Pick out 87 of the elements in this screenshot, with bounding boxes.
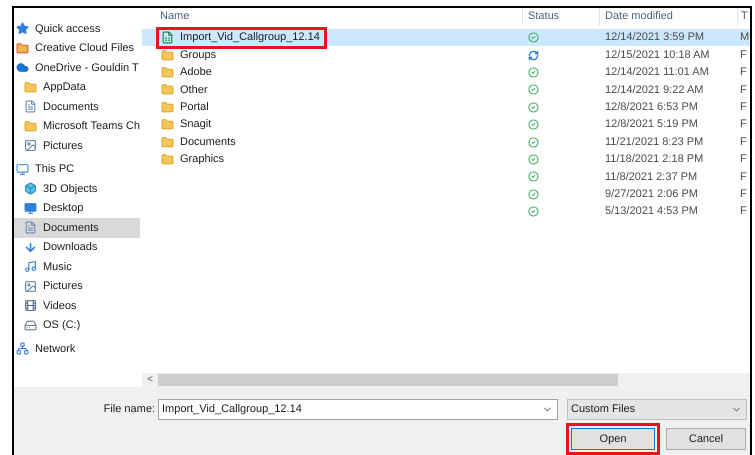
spreadsheet-icon (161, 31, 174, 44)
folder-icon (16, 42, 29, 55)
folder-icon (161, 152, 174, 166)
scrollbar-thumb[interactable] (158, 374, 618, 386)
nav-item[interactable]: Pictures (14, 136, 140, 156)
folder-icon (161, 48, 174, 62)
type-cell-text: F (739, 82, 747, 98)
folder-icon (161, 118, 174, 132)
folder-icon (24, 80, 37, 94)
nav-item[interactable]: Downloads (14, 238, 140, 257)
column-header[interactable]: T (737, 8, 750, 26)
file-row[interactable]: 9/27/2021 2:06 PM F (142, 186, 750, 203)
file-row[interactable]: Snagit 12/8/2021 5:19 PM F (142, 116, 750, 134)
nav-item[interactable]: Videos (14, 296, 140, 316)
type-cell-text: F (739, 170, 747, 185)
type-cell-text: F (739, 65, 747, 80)
type-cell-text: F (739, 186, 747, 202)
type-cell-text: F (739, 100, 747, 115)
type-cell-text: M (739, 30, 747, 46)
computer-icon (16, 162, 29, 176)
nav-item[interactable]: Network (14, 339, 140, 358)
nav-item[interactable]: Pictures (14, 276, 140, 296)
document-icon (24, 100, 37, 114)
date-cell-text: 12/8/2021 6:53 PM (604, 100, 699, 115)
file-row[interactable]: 5/13/2021 4:53 PM F (142, 202, 750, 220)
date-cell-text: 5/13/2021 4:53 PM (604, 204, 699, 220)
nav-item[interactable]: 3D Objects (14, 179, 140, 198)
file-type-dropdown[interactable]: Custom Files (567, 398, 747, 420)
video-icon (24, 299, 37, 312)
open-button[interactable]: Open (571, 428, 655, 450)
file-row[interactable]: Other 12/14/2021 9:22 AM F (142, 81, 750, 99)
nav-item[interactable]: Quick access (14, 19, 140, 38)
cancel-button[interactable]: Cancel (666, 428, 746, 450)
type-cell-text: F (739, 134, 747, 150)
date-cell-text: 12/14/2021 9:22 AM (604, 82, 704, 98)
date-cell-text: 12/8/2021 5:19 PM (604, 117, 699, 132)
date-cell-text: 9/27/2021 2:06 PM (604, 186, 699, 202)
nav-item[interactable]: Microsoft Teams Ch (14, 116, 140, 136)
scroll-left-button[interactable]: < (142, 373, 158, 388)
nav-item[interactable]: Documents (14, 97, 140, 116)
network-icon (16, 342, 29, 356)
date-cell-text: 12/15/2021 10:18 AM (604, 48, 711, 63)
document-icon (24, 221, 37, 234)
folder-icon (161, 136, 174, 149)
file-row[interactable]: Portal 12/8/2021 6:53 PM F (142, 98, 750, 116)
file-row[interactable]: 11/8/2021 2:37 PM F (142, 168, 750, 186)
drive-icon (24, 318, 37, 332)
file-name: Import_Vid_Callgroup_12.14 (156, 26, 327, 49)
type-cell-text: F (739, 48, 747, 63)
file-row[interactable]: Import_Vid_Callgroup_12.14 12/14/2021 3:59 PM M (142, 29, 750, 46)
date-cell-text: 11/21/2021 8:23 PM (604, 134, 704, 150)
date-cell-text: 11/18/2021 2:18 PM (604, 152, 704, 168)
file-row[interactable]: Graphics 11/18/2021 2:18 PM F (142, 150, 750, 168)
type-cell-text: F (739, 204, 747, 220)
music-icon (24, 260, 37, 274)
picture-icon (24, 280, 37, 293)
file-row[interactable]: Documents 11/21/2021 8:23 PM F (142, 133, 750, 151)
download-icon (24, 240, 37, 254)
picture-icon (24, 139, 37, 152)
file-name-label: File name: (102, 402, 156, 417)
date-cell-text: 11/8/2021 2:37 PM (604, 170, 698, 185)
file-row[interactable]: Groups 12/15/2021 10:18 AM F (142, 46, 750, 64)
nav-item[interactable]: OS (C:) (14, 316, 140, 335)
date-cell-text: 12/14/2021 3:59 PM (604, 30, 706, 46)
cloud-icon (16, 61, 29, 74)
folder-icon (161, 83, 174, 96)
file-name-field[interactable]: Import_Vid_Callgroup_12.14 (158, 398, 558, 420)
nav-item[interactable]: AppData (14, 78, 140, 97)
date-cell-text: 12/14/2021 11:01 AM (604, 65, 710, 80)
nav-item[interactable]: Music (14, 257, 140, 276)
star-icon (16, 22, 29, 36)
desktop-icon (24, 202, 37, 215)
nav-item[interactable]: Desktop (14, 198, 140, 218)
column-header[interactable]: Date modified (599, 8, 737, 26)
folder-icon (161, 100, 174, 114)
type-cell-text: F (739, 117, 747, 132)
column-header[interactable]: Status (522, 8, 599, 26)
column-header[interactable]: Name (142, 8, 522, 26)
cube-icon (24, 182, 37, 196)
nav-item[interactable]: This PC (14, 160, 140, 179)
nav-item[interactable]: OneDrive - Gouldin T (14, 58, 140, 78)
nav-item[interactable]: Creative Cloud Files (14, 38, 140, 58)
type-cell-text: F (739, 152, 747, 168)
file-row[interactable]: Adobe 12/14/2021 11:01 AM F (142, 64, 750, 82)
folder-icon (161, 66, 174, 79)
folder-icon (24, 120, 37, 133)
nav-item[interactable]: Documents (14, 218, 140, 238)
